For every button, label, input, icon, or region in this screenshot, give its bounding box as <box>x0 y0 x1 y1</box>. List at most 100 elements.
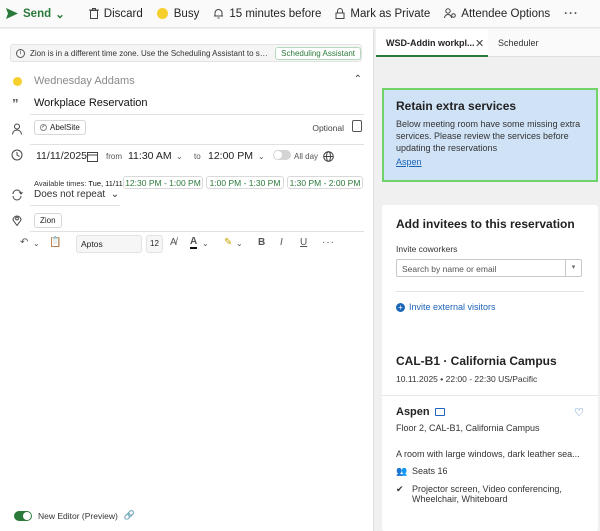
invite-external-visitors-link[interactable]: + Invite external visitors <box>396 302 584 312</box>
chevron-down-icon[interactable]: ⌄ <box>202 239 209 248</box>
invite-coworkers-label: Invite coworkers <box>396 244 458 254</box>
text-effects-icon[interactable]: A̸ <box>170 237 177 248</box>
new-editor-toggle-row: New Editor (Preview) 🔗 <box>14 510 135 521</box>
title-icon: ” <box>12 96 19 111</box>
seats-icon: 👥 <box>396 466 408 476</box>
clock-icon <box>11 149 23 161</box>
tab-scheduler[interactable]: Scheduler <box>498 38 539 48</box>
show-as-busy-button[interactable]: Busy <box>156 0 200 28</box>
building-title: CAL-B1 · California Campus <box>396 354 557 368</box>
busy-label: Busy <box>173 7 200 20</box>
divider <box>30 205 120 206</box>
new-editor-label: New Editor (Preview) <box>38 510 118 521</box>
to-label: to <box>194 151 201 161</box>
attendees-row: ✓ AbelSite Optional <box>0 115 374 145</box>
checkmark-icon: ✔ <box>396 484 404 494</box>
bold-icon[interactable]: B <box>258 237 265 248</box>
attendee-chip[interactable]: ✓ AbelSite <box>34 120 86 135</box>
room-card: CAL-B1 · California Campus 10.11.2025 • … <box>382 344 598 531</box>
attendee-options-label: Attendee Options <box>461 7 551 20</box>
room-name: Aspen <box>396 406 584 418</box>
title-input[interactable]: Workplace Reservation <box>34 97 148 109</box>
timezone-info-text: Zion is in a different time zone. Use th… <box>30 48 269 58</box>
lock-icon <box>335 8 345 19</box>
font-family-select[interactable]: Aptos <box>76 235 142 253</box>
addin-pane: WSD-Addin workpl... ✕ Scheduler Retain e… <box>376 29 600 531</box>
bell-icon <box>214 9 224 19</box>
start-date-input[interactable]: 11/11/2025 <box>36 147 87 165</box>
optional-attendees-link[interactable]: Optional <box>312 123 344 133</box>
presence-icon: ✓ <box>40 124 47 131</box>
invitees-title: Add invitees to this reservation <box>396 217 575 231</box>
coworker-search-input[interactable]: Search by name or email ▾ <box>396 259 582 277</box>
busy-status-icon <box>156 8 168 19</box>
reminder-button[interactable]: 15 minutes before <box>213 0 321 28</box>
chevron-down-icon[interactable]: ⌄ <box>55 7 65 21</box>
retain-services-alert: Retain extra services Below meeting room… <box>382 88 598 182</box>
discard-button[interactable]: Discard <box>88 0 143 28</box>
more-formatting-icon[interactable]: ··· <box>322 237 335 248</box>
close-icon[interactable]: ✕ <box>475 37 484 50</box>
alert-body: Below meeting room have some missing ext… <box>396 119 581 153</box>
title-row: ” Workplace Reservation <box>0 93 374 115</box>
reservation-time: 10.11.2025 • 22:00 - 22:30 US/Pacific <box>396 374 538 384</box>
link-icon[interactable]: 🔗 <box>124 510 135 521</box>
italic-icon[interactable]: I <box>280 237 283 248</box>
room-details: Aspen ♡ Floor 2, CAL-B1, California Camp… <box>382 396 598 514</box>
all-day-toggle[interactable] <box>273 150 291 160</box>
mark-private-label: Mark as Private <box>350 7 431 20</box>
font-color-icon[interactable]: A <box>190 237 198 249</box>
location-pin-icon <box>12 215 22 226</box>
command-toolbar: Send ⌄ Discard Busy 15 minutes before Ma… <box>0 0 600 28</box>
send-icon <box>6 8 18 19</box>
organizer-name: Wednesday Addams <box>34 75 135 87</box>
start-time-input[interactable]: 11:30 AM <box>128 147 172 165</box>
addin-tabs: WSD-Addin workpl... ✕ Scheduler <box>376 29 600 57</box>
collapse-icon[interactable]: ⌃ <box>354 74 362 85</box>
add-invitees-card: Add invitees to this reservation Invite … <box>382 205 598 359</box>
more-options-button[interactable]: ··· <box>564 0 579 28</box>
timezone-info-bar: i Zion is in a different time zone. Use … <box>10 44 362 62</box>
trash-icon <box>88 8 99 19</box>
people-settings-icon <box>444 8 457 19</box>
all-day-label: All day <box>294 151 319 161</box>
organizer-row: Wednesday Addams ⌃ <box>0 71 374 93</box>
scheduling-assistant-button[interactable]: Scheduling Assistant <box>275 46 361 60</box>
send-button[interactable]: Send ⌄ <box>6 0 75 28</box>
end-time-input[interactable]: 12:00 PM <box>208 147 253 165</box>
recurrence-row: Does not repeat ⌄ <box>0 184 374 206</box>
chevron-down-icon[interactable]: ⌄ <box>33 239 40 248</box>
favorite-heart-icon[interactable]: ♡ <box>574 406 584 419</box>
tab-wsd-addin[interactable]: WSD-Addin workpl... <box>376 29 488 57</box>
address-book-icon[interactable] <box>352 120 362 132</box>
clipboard-icon[interactable]: 📋 <box>49 237 61 248</box>
image-icon[interactable] <box>434 408 445 416</box>
chevron-down-icon[interactable]: ⌄ <box>176 147 183 165</box>
info-icon: i <box>16 48 25 58</box>
recurrence-dropdown[interactable]: Does not repeat ⌄ <box>34 189 119 200</box>
globe-icon[interactable] <box>323 151 334 162</box>
underline-icon[interactable]: U <box>300 237 307 248</box>
discard-label: Discard <box>103 7 143 20</box>
room-equipment: ✔ Projector screen, Video conferencing, W… <box>396 484 562 504</box>
aspen-room-link[interactable]: Aspen <box>396 157 422 167</box>
person-icon <box>12 123 22 135</box>
calendar-icon[interactable] <box>87 151 98 162</box>
undo-icon[interactable]: ↶ <box>20 237 28 248</box>
chevron-down-icon[interactable]: ⌄ <box>258 147 265 165</box>
divider <box>396 291 584 292</box>
attendee-name: AbelSite <box>50 123 80 132</box>
attendee-options-button[interactable]: Attendee Options <box>444 0 550 28</box>
location-chip[interactable]: Zion <box>34 213 62 228</box>
chevron-down-icon[interactable]: ⌄ <box>236 239 243 248</box>
organizer-status-icon <box>13 77 22 86</box>
alert-title: Retain extra services <box>396 99 517 113</box>
room-description: A room with large windows, dark leather … <box>396 449 580 459</box>
mark-private-button[interactable]: Mark as Private <box>335 0 430 28</box>
compose-pane: i Zion is in a different time zone. Use … <box>0 29 374 531</box>
font-size-select[interactable]: 12 <box>146 235 163 253</box>
new-editor-toggle[interactable] <box>14 510 32 521</box>
chevron-down-icon[interactable]: ▾ <box>565 260 581 276</box>
highlight-icon[interactable]: ✎ <box>224 237 232 248</box>
repeat-icon <box>12 189 23 201</box>
